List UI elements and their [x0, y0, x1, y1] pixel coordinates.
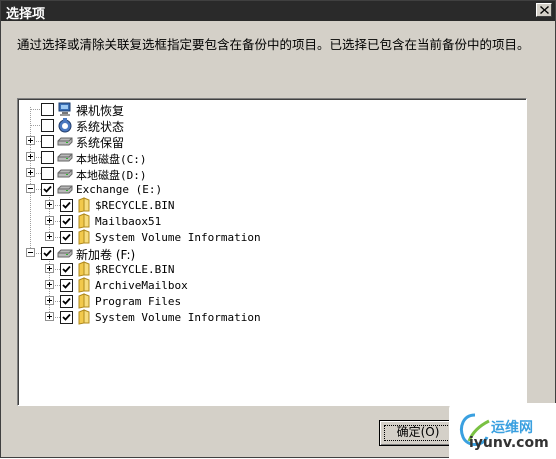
- watermark-top-text: 运维网: [491, 420, 533, 436]
- ok-button[interactable]: 确定(O): [379, 420, 457, 446]
- tree-item-label: System Volume Information: [95, 311, 261, 324]
- focus-rect: [384, 425, 452, 441]
- checkbox-drive-d[interactable]: [41, 167, 54, 180]
- folder-icon: [78, 293, 90, 309]
- expand-toggle[interactable]: [26, 168, 35, 177]
- instruction-text: 通过选择或清除关联复选框指定要包含在备份中的项目。已选择已包含在当前备份中的项目…: [17, 37, 530, 52]
- tree-item-folder[interactable]: $RECYCLE.BIN: [18, 197, 518, 213]
- checkmark-icon: [62, 281, 71, 289]
- checkbox-folder[interactable]: [60, 199, 73, 212]
- drive-icon: [57, 169, 73, 178]
- expand-toggle[interactable]: [45, 280, 54, 289]
- tree-item-label: Program Files: [95, 295, 182, 308]
- checkbox-folder[interactable]: [60, 215, 73, 228]
- tree-item-bare-metal[interactable]: 裸机恢复: [18, 101, 518, 118]
- checkmark-icon: [62, 297, 71, 305]
- expand-toggle[interactable]: [45, 200, 54, 209]
- expand-toggle[interactable]: [45, 216, 54, 225]
- tree-item-folder[interactable]: Program Files: [18, 293, 518, 309]
- watermark: 运维网 iyunv.com: [449, 403, 556, 459]
- expand-toggle[interactable]: [26, 152, 35, 161]
- watermark-bottom-text: iyunv.com: [469, 435, 549, 451]
- collapse-toggle[interactable]: [26, 248, 35, 257]
- close-button[interactable]: [536, 3, 552, 17]
- tree-item-label: Mailbaox51: [95, 215, 162, 228]
- tree-item-system-state[interactable]: 系统状态: [18, 117, 518, 134]
- checkbox-folder[interactable]: [60, 279, 73, 292]
- checkbox-folder[interactable]: [60, 295, 73, 308]
- expand-toggle[interactable]: [45, 296, 54, 305]
- expand-toggle[interactable]: [26, 136, 35, 145]
- checkbox-system-state[interactable]: [41, 119, 54, 132]
- tree-item-folder[interactable]: System Volume Information: [18, 309, 518, 325]
- computer-icon: [58, 102, 71, 116]
- tree-item-label: $RECYCLE.BIN: [95, 199, 175, 212]
- close-icon: [540, 6, 549, 14]
- folder-icon: [78, 277, 90, 293]
- checkbox-drive-f[interactable]: [41, 247, 54, 260]
- expand-toggle[interactable]: [45, 232, 54, 241]
- tree-item-drive-e[interactable]: Exchange (E:): [18, 181, 518, 197]
- drive-icon: [57, 185, 73, 194]
- checkbox-folder[interactable]: [60, 231, 73, 244]
- folder-icon: [78, 229, 90, 245]
- folder-icon: [78, 261, 90, 277]
- tree-item-system-reserved[interactable]: 系统保留: [18, 133, 518, 150]
- system-state-icon: [58, 118, 72, 133]
- tree-item-label: Exchange (E:): [76, 183, 163, 196]
- tree-item-drive-f[interactable]: 新加卷 (F:): [18, 245, 518, 262]
- checkmark-icon: [62, 313, 71, 321]
- drive-icon: [57, 153, 73, 162]
- checkbox-drive-c[interactable]: [41, 151, 54, 164]
- tree-item-drive-c[interactable]: 本地磁盘(C:): [18, 149, 518, 166]
- collapse-toggle[interactable]: [26, 184, 35, 193]
- checkmark-icon: [62, 233, 71, 241]
- tree-item-folder[interactable]: ArchiveMailbox: [18, 277, 518, 293]
- tree-item-label: $RECYCLE.BIN: [95, 263, 175, 276]
- tree-item-folder[interactable]: System Volume Information: [18, 229, 518, 245]
- checkbox-bare-metal[interactable]: [41, 103, 54, 116]
- folder-icon: [78, 309, 90, 325]
- checkbox-drive-e[interactable]: [41, 183, 54, 196]
- tree-item-folder[interactable]: $RECYCLE.BIN: [18, 261, 518, 277]
- checkmark-icon: [62, 201, 71, 209]
- folder-icon: [78, 213, 90, 229]
- checkmark-icon: [62, 217, 71, 225]
- checkbox-folder[interactable]: [60, 311, 73, 324]
- checkmark-icon: [43, 185, 52, 193]
- expand-toggle[interactable]: [45, 264, 54, 273]
- checkmark-icon: [43, 249, 52, 257]
- drive-icon: [57, 137, 73, 146]
- checkbox-system-reserved[interactable]: [41, 135, 54, 148]
- folder-icon: [78, 197, 90, 213]
- drive-icon: [57, 249, 73, 258]
- title-bar: 选择项: [1, 1, 555, 22]
- tree-item-label: ArchiveMailbox: [95, 279, 188, 292]
- backup-items-tree[interactable]: 裸机恢复 系统状态 系统保留 本地磁盘(C:) 本地磁盘(D:) Exchang…: [17, 98, 527, 406]
- checkmark-icon: [62, 265, 71, 273]
- select-items-dialog: 选择项 通过选择或清除关联复选框指定要包含在备份中的项目。已选择已包含在当前备份…: [0, 0, 556, 459]
- dialog-title: 选择项: [6, 7, 46, 22]
- expand-toggle[interactable]: [45, 312, 54, 321]
- tree-item-drive-d[interactable]: 本地磁盘(D:): [18, 165, 518, 182]
- tree-item-folder[interactable]: Mailbaox51: [18, 213, 518, 229]
- tree-item-label: System Volume Information: [95, 231, 261, 244]
- checkbox-folder[interactable]: [60, 263, 73, 276]
